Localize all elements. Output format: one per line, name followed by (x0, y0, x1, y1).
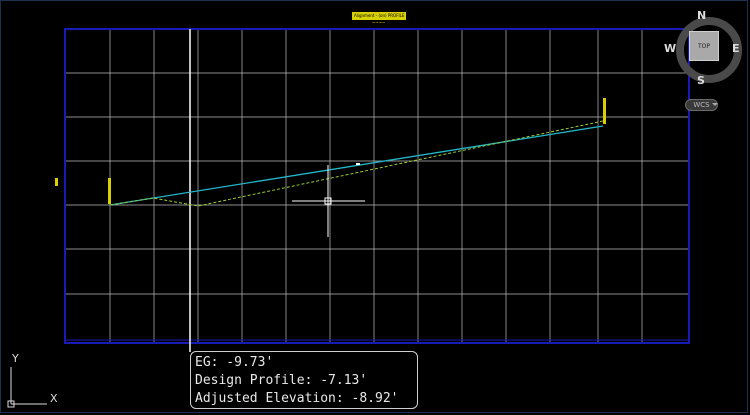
compass-north[interactable]: N (697, 10, 706, 21)
viewcube-top-face[interactable]: TOP (689, 31, 719, 61)
compass-east[interactable]: E (732, 43, 740, 54)
ucs-icon (7, 367, 47, 408)
start-label-tag (108, 178, 111, 204)
tooltip-design-profile: Design Profile: -7.13' (195, 373, 368, 388)
ucs-y-label: Y (12, 352, 19, 365)
profile-view-border (64, 28, 690, 344)
vertex-grip[interactable] (356, 163, 360, 165)
profile-grid (65, 29, 689, 343)
ucs-x-label: X (50, 392, 58, 405)
elevation-tooltip: EG: -9.73' Design Profile: -7.13' Adjust… (190, 351, 418, 409)
elevation-axis-label (55, 178, 58, 186)
tooltip-eg: EG: -9.73' (195, 355, 274, 370)
design-profile-line (109, 125, 604, 206)
end-label-tag (603, 98, 606, 124)
chevron-down-icon (712, 103, 718, 106)
profile-title: Alignment - (on) PROFILE (352, 12, 407, 20)
profile-subtitle: ~~~~ (372, 20, 386, 25)
crosshair-cursor (292, 165, 365, 237)
tooltip-adjusted-elevation: Adjusted Elevation: -8.92' (195, 391, 399, 406)
compass-west[interactable]: W (664, 43, 676, 54)
compass-south[interactable]: S (697, 75, 705, 86)
